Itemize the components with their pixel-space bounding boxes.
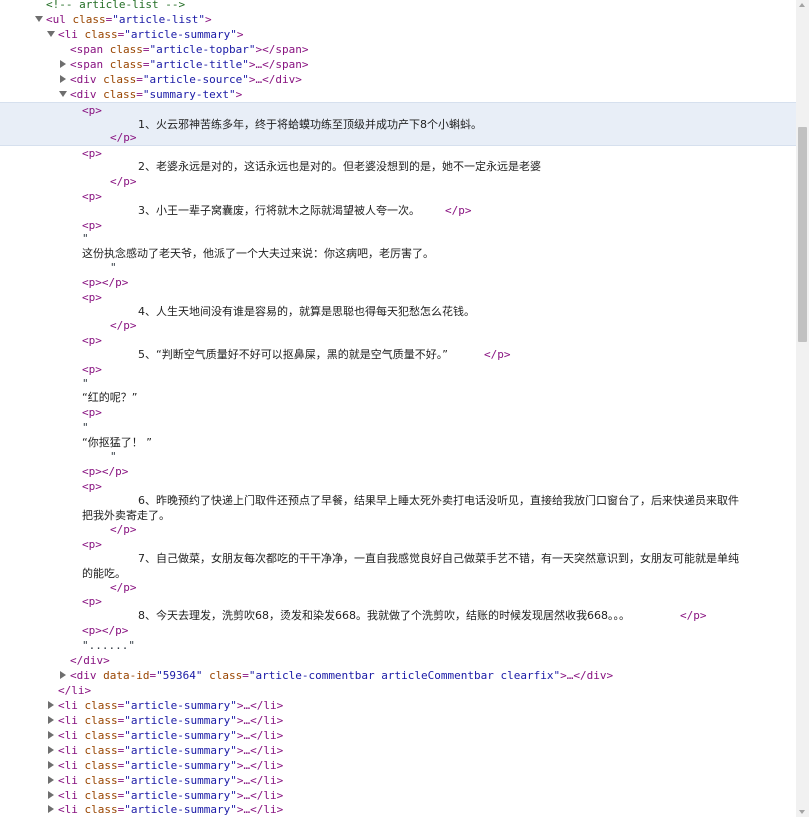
article-topbar-node[interactable]: <span class="article-topbar"></span>: [0, 42, 796, 57]
comment-text: <!-- article-list -->: [46, 0, 186, 11]
div-close-tag: </div>: [70, 654, 110, 667]
p-open-tag[interactable]: <p>: [82, 594, 102, 609]
expand-triangle-icon[interactable]: [47, 31, 55, 37]
li-collapsed-tag: <li class="article-summary">…</li>: [58, 699, 284, 712]
paragraph-5-answer: “你抠猛了！ ”: [82, 436, 152, 449]
paragraph-6-wrap: 把我外卖寄走了。: [82, 509, 170, 522]
li-collapsed-tag: <li class="article-summary">…</li>: [58, 729, 284, 742]
paragraph-8: 8、今天去理发，洗剪吹68，烫发和染发668。我就做了个洗剪吹，结账的时候发现居…: [138, 609, 630, 622]
collapsed-triangle-icon[interactable]: [48, 791, 54, 799]
paragraph-5: 5、“判断空气质量好不好可以抠鼻屎，黑的就是空气质量不好。”: [138, 348, 448, 361]
source-tag: <div class="article-source">…</div>: [70, 73, 302, 86]
li-collapsed-node[interactable]: <li class="article-summary">…</li>: [0, 758, 796, 773]
quote-mark: ": [82, 377, 89, 390]
p-open-tag[interactable]: <p>: [82, 146, 102, 161]
summary-text-node[interactable]: <div class="summary-text">: [0, 87, 796, 102]
li-collapsed-node[interactable]: <li class="article-summary">…</li>: [0, 773, 796, 788]
expand-triangle-icon[interactable]: [59, 91, 67, 97]
li-collapsed-node[interactable]: <li class="article-summary">…</li>: [0, 788, 796, 803]
article-source-node[interactable]: <div class="article-source">…</div>: [0, 72, 796, 87]
article-title-node[interactable]: <span class="article-title">…</span>: [0, 57, 796, 72]
title-tag: <span class="article-title">…</span>: [70, 58, 309, 71]
p-open-tag[interactable]: <p>: [82, 479, 102, 494]
quote-mark: ": [110, 450, 117, 463]
li-open-tag: <li class="article-summary">: [58, 28, 244, 41]
quote-mark: ": [82, 421, 89, 434]
paragraph-5-reply: “红的呢？”: [82, 391, 138, 404]
p-open-tag[interactable]: <p>: [82, 189, 102, 204]
p-close-tag: </p>: [680, 609, 707, 622]
p-empty-tag[interactable]: <p></p>: [82, 464, 128, 479]
li-collapsed-tag: <li class="article-summary">…</li>: [58, 789, 284, 802]
li-collapsed-node[interactable]: <li class="article-summary">…</li>: [0, 743, 796, 758]
collapsed-triangle-icon[interactable]: [60, 671, 66, 679]
p-open-tag[interactable]: <p>: [82, 405, 102, 420]
li-collapsed-tag: <li class="article-summary">…</li>: [58, 714, 284, 727]
p-close-tag: </p>: [445, 204, 472, 217]
vertical-scrollbar[interactable]: [796, 0, 809, 817]
collapsed-triangle-icon[interactable]: [60, 75, 66, 83]
p-close-tag: </p>: [110, 175, 137, 188]
collapsed-triangle-icon[interactable]: [48, 716, 54, 724]
li-collapsed-tag: <li class="article-summary">…</li>: [58, 803, 284, 816]
expand-triangle-icon[interactable]: [35, 16, 43, 22]
summary-open-tag: <div class="summary-text">: [70, 88, 243, 101]
commentbar-tag: <div data-id="59364" class="article-comm…: [70, 669, 614, 682]
collapsed-triangle-icon[interactable]: [48, 731, 54, 739]
paragraph-7: 7、自己做菜，女朋友每次都吃的干干净净，一直自我感觉良好自己做菜手艺不错，有一天…: [138, 552, 739, 565]
li-collapsed-tag: <li class="article-summary">…</li>: [58, 759, 284, 772]
ul-article-list-node[interactable]: <ul class="article-list">: [0, 12, 796, 27]
scrollbar-thumb[interactable]: [798, 127, 807, 342]
li-collapsed-node[interactable]: <li class="article-summary">…</li>: [0, 698, 796, 713]
p-open-tag: <p>: [82, 104, 102, 117]
collapsed-triangle-icon[interactable]: [48, 805, 54, 813]
scroll-down-arrow-icon[interactable]: [799, 810, 805, 814]
paragraph-1: 1、火云邪神苦练多年，终于将蛤蟆功练至顶级并成功产下8个小蝌蚪。: [138, 118, 482, 131]
p-close-tag: </p>: [110, 581, 137, 594]
li-collapsed-node[interactable]: <li class="article-summary">…</li>: [0, 728, 796, 743]
paragraph-4: 4、人生天地间没有谁是容易的，就算是思聪也得每天犯愁怎么花钱。: [138, 305, 475, 318]
p-open-tag[interactable]: <p>: [82, 333, 102, 348]
li-collapsed-node[interactable]: <li class="article-summary">…</li>: [0, 713, 796, 728]
p-empty-tag[interactable]: <p></p>: [82, 275, 128, 290]
paragraph-3-continued: 这份执念感动了老天爷，他派了一个大夫过来说：你这病吧，老厉害了。: [82, 247, 434, 260]
scroll-up-arrow-icon[interactable]: [799, 3, 805, 7]
ul-open-tag: <ul class="article-list">: [46, 13, 212, 26]
commentbar-node[interactable]: <div data-id="59364" class="article-comm…: [0, 668, 796, 683]
li-close-tag: </li>: [58, 684, 92, 697]
topbar-tag: <span class="article-topbar"></span>: [70, 43, 309, 56]
collapsed-triangle-icon[interactable]: [48, 761, 54, 769]
p-close-tag: </p>: [484, 348, 511, 361]
collapsed-triangle-icon[interactable]: [48, 701, 54, 709]
li-collapsed-tag: <li class="article-summary">…</li>: [58, 774, 284, 787]
paragraph-2: 2、老婆永远是对的，这话永远也是对的。但老婆没想到的是，她不一定永远是老婆: [138, 160, 541, 173]
elements-tree: <!-- article-list --> <ul class="article…: [0, 0, 796, 817]
p-close-tag: </p>: [110, 131, 137, 144]
ellipsis-text: "......": [82, 639, 135, 652]
p-open-tag[interactable]: <p>: [82, 362, 102, 377]
paragraph-7-wrap: 的能吃。: [82, 567, 126, 580]
quote-mark: ": [82, 232, 89, 245]
paragraph-6: 6、昨晚预约了快递上门取件还预点了早餐，结果早上睡太死外卖打电话没听见，直接给我…: [138, 494, 739, 507]
collapsed-triangle-icon[interactable]: [48, 746, 54, 754]
p-close-tag: </p>: [110, 319, 137, 332]
paragraph-3: 3、小王一辈子窝囊废，行将就木之际就渴望被人夸一次。: [138, 204, 420, 217]
quote-mark: ": [110, 261, 117, 274]
collapsed-triangle-icon[interactable]: [48, 776, 54, 784]
p-close-tag: </p>: [110, 523, 137, 536]
p-open-tag[interactable]: <p>: [82, 537, 102, 552]
collapsed-triangle-icon[interactable]: [60, 60, 66, 68]
li-collapsed-tag: <li class="article-summary">…</li>: [58, 744, 284, 757]
li-collapsed-node[interactable]: <li class="article-summary">…</li>: [0, 802, 796, 817]
comment-node[interactable]: <!-- article-list -->: [0, 0, 796, 12]
p-empty-tag[interactable]: <p></p>: [82, 623, 128, 638]
p-open-tag[interactable]: <p>: [82, 290, 102, 305]
li-article-summary-node[interactable]: <li class="article-summary">: [0, 27, 796, 42]
